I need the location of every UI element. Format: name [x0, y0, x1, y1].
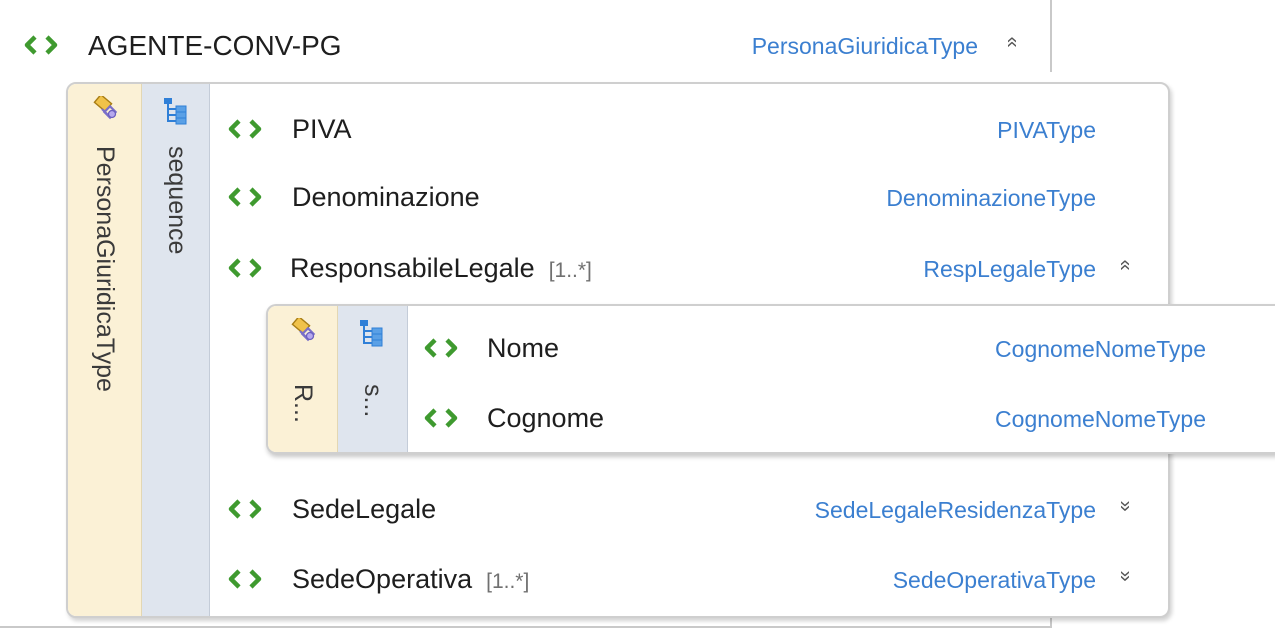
element-row-agente-conv-pg[interactable]: [24, 34, 58, 61]
nested-sequence-label: s...: [359, 384, 387, 418]
element-type[interactable]: SedeLegaleResidenzaType: [815, 499, 1096, 522]
element-row-denominazione[interactable]: Denominazione DenominazioneType: [228, 182, 1168, 212]
chevron-down-double-icon[interactable]: »: [1114, 496, 1138, 516]
element-icon: [228, 568, 262, 590]
element-row-sedelegale[interactable]: SedeLegale SedeLegaleResidenzaType »: [228, 494, 1168, 524]
outer-frame-edge: [0, 626, 1052, 628]
complex-type-icon: [291, 318, 315, 341]
element-row-sedeoperativa[interactable]: SedeOperativa [1..*] SedeOperativaType »: [228, 564, 1168, 594]
element-type[interactable]: CognomeNomeType: [995, 408, 1206, 431]
outer-frame-edge: [1050, 0, 1052, 72]
element-row-responsabilelegale[interactable]: ResponsabileLegale [1..*] RespLegaleType …: [228, 253, 1168, 283]
element-type[interactable]: RespLegaleType: [923, 258, 1096, 281]
root-element-name[interactable]: AGENTE-CONV-PG: [88, 32, 342, 60]
element-row-cognome[interactable]: Cognome CognomeNomeType: [424, 403, 1224, 433]
root-element-type[interactable]: PersonaGiuridicaType: [752, 35, 978, 58]
element-icon: [228, 257, 262, 279]
element-type[interactable]: PIVAType: [997, 119, 1096, 142]
element-multiplicity: [1..*]: [486, 570, 530, 593]
chevron-glyph: «: [1002, 36, 1024, 48]
chevron-down-double-icon[interactable]: »: [1114, 566, 1138, 586]
chevron-up-double-icon[interactable]: «: [1114, 255, 1138, 275]
element-icon: [424, 337, 458, 359]
sequence-label: sequence: [163, 146, 191, 255]
element-type[interactable]: DenominazioneType: [886, 187, 1096, 210]
element-icon: [228, 118, 262, 140]
element-icon: [24, 34, 58, 56]
element-icon: [228, 186, 262, 208]
element-name-text: ResponsabileLegale: [290, 253, 535, 283]
element-name: SedeOperativa [1..*]: [292, 566, 529, 593]
sequence-icon: [359, 319, 383, 347]
nested-complex-type-panel[interactable]: R...: [268, 306, 338, 452]
sequence-panel[interactable]: sequence: [142, 84, 210, 616]
element-icon: [228, 498, 262, 520]
element-type[interactable]: SedeOperativaType: [893, 569, 1096, 592]
nested-complex-type-label: R...: [289, 384, 317, 423]
element-row-nome[interactable]: Nome CognomeNomeType: [424, 333, 1224, 363]
element-name: ResponsabileLegale [1..*]: [290, 255, 592, 282]
element-name: Denominazione: [292, 182, 480, 212]
element-icon: [424, 407, 458, 429]
complex-type-label: PersonaGiuridicaType: [91, 146, 119, 392]
sequence-icon: [163, 97, 187, 125]
complex-type-panel[interactable]: PersonaGiuridicaType: [68, 84, 142, 616]
element-type[interactable]: CognomeNomeType: [995, 338, 1206, 361]
element-name: SedeLegale: [292, 494, 437, 524]
element-row-piva[interactable]: PIVA PIVAType: [228, 114, 1168, 144]
element-name-text: SedeOperativa: [292, 564, 473, 594]
element-name: Nome: [487, 333, 560, 363]
chevron-glyph: «: [1115, 259, 1137, 271]
element-name: PIVA: [292, 114, 352, 144]
complex-type-icon: [93, 96, 117, 119]
nested-sequence-panel[interactable]: s...: [338, 306, 408, 452]
chevron-up-double-icon[interactable]: «: [1001, 32, 1025, 52]
chevron-glyph: »: [1115, 570, 1137, 582]
chevron-glyph: »: [1115, 500, 1137, 512]
element-multiplicity: [1..*]: [548, 259, 592, 282]
element-name: Cognome: [487, 403, 605, 433]
